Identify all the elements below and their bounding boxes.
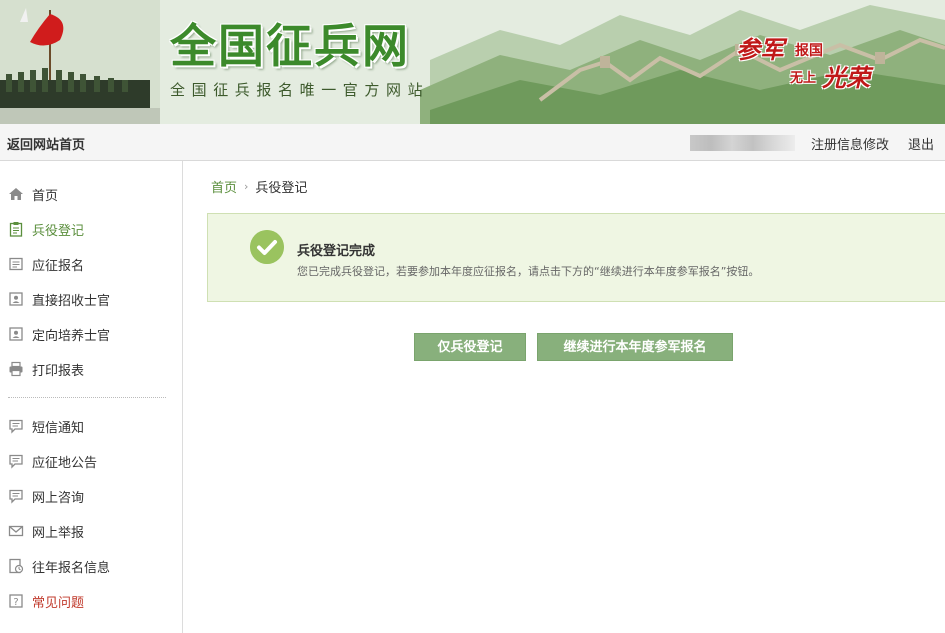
form-icon <box>8 256 24 272</box>
clipboard-icon <box>8 221 24 237</box>
sidebar-item-label: 定向培养士官 <box>32 325 110 344</box>
message-icon <box>8 453 24 469</box>
success-notice: 兵役登记完成 您已完成兵役登记，若要参加本年度应征报名，请点击下方的“继续进行本… <box>207 213 945 302</box>
sidebar-item-sms-notice[interactable]: 短信通知 <box>8 415 84 437</box>
sidebar-item-military-registration[interactable]: 兵役登记 <box>8 218 84 240</box>
home-icon <box>8 186 24 202</box>
breadcrumb: 首页 › 兵役登记 <box>211 177 307 196</box>
breadcrumb-home-link[interactable]: 首页 <box>211 177 237 196</box>
username-redacted <box>690 135 795 151</box>
check-circle-icon <box>250 230 284 264</box>
sidebar-item-label: 网上举报 <box>32 522 84 541</box>
site-logo-subtitle: 全国征兵报名唯一官方网站 <box>170 79 429 100</box>
register-only-button[interactable]: 仅兵役登记 <box>414 333 526 361</box>
sidebar-item-label: 应征报名 <box>32 255 84 274</box>
back-to-home-link[interactable]: 返回网站首页 <box>7 134 85 153</box>
sidebar-item-label: 直接招收士官 <box>32 290 110 309</box>
sidebar-item-label: 应征地公告 <box>32 452 97 471</box>
top-nav-bar: 返回网站首页 注册信息修改 退出 <box>0 124 945 161</box>
history-icon <box>8 558 24 574</box>
sidebar: 首页 兵役登记 应征报名 直接招收士官 定向培养士 <box>0 161 183 633</box>
notice-title: 兵役登记完成 <box>297 240 375 259</box>
breadcrumb-current: 兵役登记 <box>255 177 307 196</box>
edit-registration-link[interactable]: 注册信息修改 <box>811 134 889 153</box>
logout-link[interactable]: 退出 <box>908 134 934 153</box>
sidebar-item-directed-nco-training[interactable]: 定向培养士官 <box>8 323 110 345</box>
message-icon <box>8 488 24 504</box>
sidebar-item-online-report[interactable]: 网上举报 <box>8 520 84 542</box>
site-banner: 全国征兵网 全国征兵报名唯一官方网站 参军 报国 无上 光荣 <box>0 0 945 124</box>
sidebar-item-label: 首页 <box>32 185 58 204</box>
slogan-part-1: 参军 <box>736 30 784 65</box>
breadcrumb-separator: › <box>244 180 248 193</box>
id-card-icon <box>8 291 24 307</box>
question-icon: ? <box>8 593 24 609</box>
continue-apply-button[interactable]: 继续进行本年度参军报名 <box>537 333 733 361</box>
sidebar-item-past-applications[interactable]: 往年报名信息 <box>8 555 110 577</box>
sidebar-divider <box>8 397 166 398</box>
sidebar-item-label: 兵役登记 <box>32 220 84 239</box>
svg-text:?: ? <box>13 597 18 608</box>
banner-scenery <box>0 0 945 124</box>
sidebar-item-label: 常见问题 <box>32 592 84 611</box>
sidebar-item-label: 短信通知 <box>32 417 84 436</box>
slogan-part-3: 无上 <box>790 67 816 86</box>
sidebar-item-home[interactable]: 首页 <box>8 183 58 205</box>
sidebar-item-local-announcement[interactable]: 应征地公告 <box>8 450 97 472</box>
printer-icon <box>8 361 24 377</box>
sidebar-item-faq[interactable]: ? 常见问题 <box>8 590 84 612</box>
sidebar-item-enlist-application[interactable]: 应征报名 <box>8 253 84 275</box>
sidebar-item-label: 往年报名信息 <box>32 557 110 576</box>
notice-description: 您已完成兵役登记，若要参加本年度应征报名，请点击下方的“继续进行本年度参军报名”… <box>297 263 759 279</box>
id-card-icon <box>8 326 24 342</box>
sidebar-item-label: 打印报表 <box>32 360 84 379</box>
slogan-part-4: 光荣 <box>822 58 870 93</box>
message-icon <box>8 418 24 434</box>
sidebar-item-direct-nco-recruit[interactable]: 直接招收士官 <box>8 288 110 310</box>
sidebar-item-online-consult[interactable]: 网上咨询 <box>8 485 84 507</box>
slogan-part-2: 报国 <box>795 40 823 60</box>
site-logo-title: 全国征兵网 <box>170 18 410 74</box>
mail-icon <box>8 523 24 539</box>
sidebar-item-label: 网上咨询 <box>32 487 84 506</box>
sidebar-item-print-report[interactable]: 打印报表 <box>8 358 84 380</box>
